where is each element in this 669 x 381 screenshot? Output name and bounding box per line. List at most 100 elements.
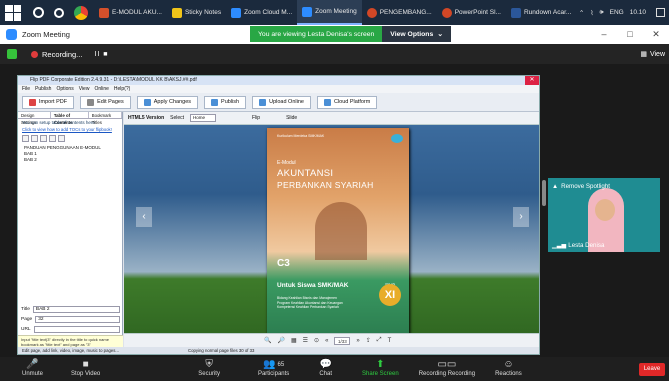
minimize-icon[interactable]: –	[591, 25, 617, 44]
taskbar-app[interactable]: Rundown Acar...	[506, 0, 576, 25]
prev-page-arrow-icon[interactable]: ‹	[136, 207, 152, 227]
page-field[interactable]: 32	[35, 316, 120, 323]
gallery-scroll-handle[interactable]	[542, 180, 546, 206]
edit-pages-button[interactable]: Edit Pages	[80, 95, 131, 109]
participant-video-tile[interactable]: ▲ Remove Spotlight ▁▃▅ Lesta Denisa	[548, 178, 660, 252]
recording-button[interactable]: ▭▭ Recording Recording	[419, 357, 475, 381]
upload-online-button[interactable]: Upload Online	[252, 95, 311, 109]
autoplay-icon[interactable]: ⊙	[314, 337, 319, 344]
toc-icon[interactable]: ☰	[303, 337, 308, 344]
move-down-icon[interactable]	[49, 135, 56, 142]
url-field[interactable]	[33, 326, 120, 333]
taskbar-app-active[interactable]: Zoom Meeting	[297, 0, 362, 25]
app-close-icon[interactable]: ✕	[525, 76, 539, 85]
fullscreen-icon[interactable]: ⤢	[377, 337, 382, 344]
signal-icon: ▁▃▅	[552, 242, 567, 249]
tab-bookmark-titles[interactable]: Bookmark Titles	[89, 112, 123, 125]
menu-item[interactable]: Publish	[35, 85, 51, 93]
toc-toolbar	[18, 133, 122, 144]
last-page-icon[interactable]: »	[356, 338, 359, 344]
taskbar-app[interactable]: PowerPoint Sl...	[437, 0, 506, 25]
window-title: Zoom Meeting	[22, 30, 70, 39]
preview-toolbar: HTML5 Version Select Home Flip Slide	[124, 112, 539, 125]
select-label: Select	[170, 115, 185, 121]
status-progress: Copying normal page files 30 of 33	[188, 348, 255, 353]
chrome-icon[interactable]	[74, 5, 88, 20]
ribbon-label: Edit Pages	[97, 99, 124, 105]
grid-view-icon: ▦	[640, 51, 647, 58]
slide-option[interactable]: Slide	[286, 115, 297, 121]
view-options-button[interactable]: View Options ⌄	[382, 26, 451, 42]
book-emodul-label: E-Modul	[277, 160, 296, 166]
task-view-icon[interactable]	[54, 7, 64, 18]
ribbon-label: Import PDF	[39, 99, 68, 105]
wifi-icon[interactable]: ⌇	[590, 9, 593, 17]
zoom-logo-icon	[6, 29, 17, 40]
security-button[interactable]: ⛨ Security	[198, 357, 220, 381]
record-icon: ▭▭	[437, 359, 457, 370]
participant-count: 65	[277, 361, 285, 368]
add-child-icon[interactable]	[31, 135, 38, 142]
publisher-logo-icon	[391, 134, 403, 143]
share-screen-button[interactable]: ⬆ Share Screen	[362, 357, 399, 381]
remove-spotlight-button[interactable]: ▲ Remove Spotlight	[552, 183, 610, 190]
close-icon[interactable]: ✕	[643, 25, 669, 44]
reactions-button[interactable]: ☺ Reactions	[495, 357, 522, 381]
taskbar-app[interactable]: E-MODUL AKU...	[94, 0, 167, 25]
upload-icon	[259, 98, 267, 106]
menu-item[interactable]: Help(?)	[114, 85, 130, 93]
page-number-box[interactable]: 1/33	[334, 336, 351, 345]
chevron-up-icon[interactable]: ⌃	[579, 9, 584, 17]
add-icon[interactable]	[22, 135, 29, 142]
taskbar-app[interactable]: Zoom Cloud M...	[226, 0, 297, 25]
recording-controls[interactable]: II ■	[94, 51, 108, 58]
toc-panel: Design Settings Table of Contents Bookma…	[18, 112, 123, 347]
taskbar-app[interactable]: Sticky Notes	[167, 0, 226, 25]
shared-screen-flipbook-app: Flip PDF Corporate Edition 2.4.9.31 - D:…	[17, 75, 540, 355]
first-page-icon[interactable]: «	[325, 338, 328, 344]
import-pdf-button[interactable]: Import PDF	[22, 95, 75, 109]
move-up-icon[interactable]	[40, 135, 47, 142]
flip-option[interactable]: Flip	[252, 115, 260, 121]
search-icon[interactable]	[33, 7, 44, 18]
view-select[interactable]: Home	[190, 114, 217, 122]
menu-item[interactable]: Online	[94, 85, 108, 93]
cloud-platform-button[interactable]: Cloud Platform	[316, 95, 378, 109]
menu-item[interactable]: Options	[56, 85, 73, 93]
view-button[interactable]: ▦ View	[640, 50, 665, 59]
publish-button[interactable]: Publish	[204, 95, 247, 109]
unmute-button[interactable]: 🎤 Unmute	[22, 357, 43, 381]
title-field[interactable]: BAB 2	[32, 306, 120, 313]
view-options-label: View Options	[390, 30, 434, 38]
security-shield-icon[interactable]	[7, 49, 17, 59]
chevron-down-icon: ⌄	[437, 31, 443, 38]
text-icon[interactable]: T	[388, 338, 392, 344]
tab-design-settings[interactable]: Design Settings	[18, 112, 51, 125]
language-indicator[interactable]: ENG	[610, 9, 624, 16]
toc-item[interactable]: BAB 2	[24, 157, 116, 163]
notification-icon[interactable]	[656, 8, 665, 17]
volume-icon[interactable]: 🕪	[600, 9, 604, 17]
view-label: View	[649, 50, 665, 58]
page-label: Page	[21, 317, 33, 322]
maximize-icon[interactable]: □	[617, 25, 643, 44]
menu-item[interactable]: File	[22, 85, 30, 93]
app-ribbon: Import PDF Edit Pages Apply Changes Publ…	[18, 93, 539, 112]
delete-icon[interactable]	[58, 135, 65, 142]
thumbnails-icon[interactable]: ▦	[291, 337, 297, 344]
next-page-arrow-icon[interactable]: ›	[513, 207, 529, 227]
tab-table-of-contents[interactable]: Table of Contents	[50, 112, 89, 125]
chat-button[interactable]: 💬 Chat	[319, 357, 332, 381]
zoom-out-icon[interactable]: 🔎	[277, 337, 284, 344]
menu-item[interactable]: View	[79, 85, 90, 93]
zoom-in-icon[interactable]: 🔍	[264, 337, 271, 344]
leave-button[interactable]: Leave	[639, 363, 665, 376]
clock[interactable]: 10.10	[630, 9, 646, 16]
apply-changes-button[interactable]: Apply Changes	[136, 95, 199, 109]
share-icon[interactable]: ⇪	[366, 337, 371, 344]
taskbar-app[interactable]: PENGEMBANG...	[362, 0, 437, 25]
participants-button[interactable]: 👥 65 Participants	[258, 357, 289, 381]
stop-video-button[interactable]: ■ Stop Video	[71, 357, 100, 381]
windows-start-icon[interactable]	[5, 4, 21, 21]
toc-help-link[interactable]: Click to view how to add TOCs to your fl…	[18, 126, 122, 133]
